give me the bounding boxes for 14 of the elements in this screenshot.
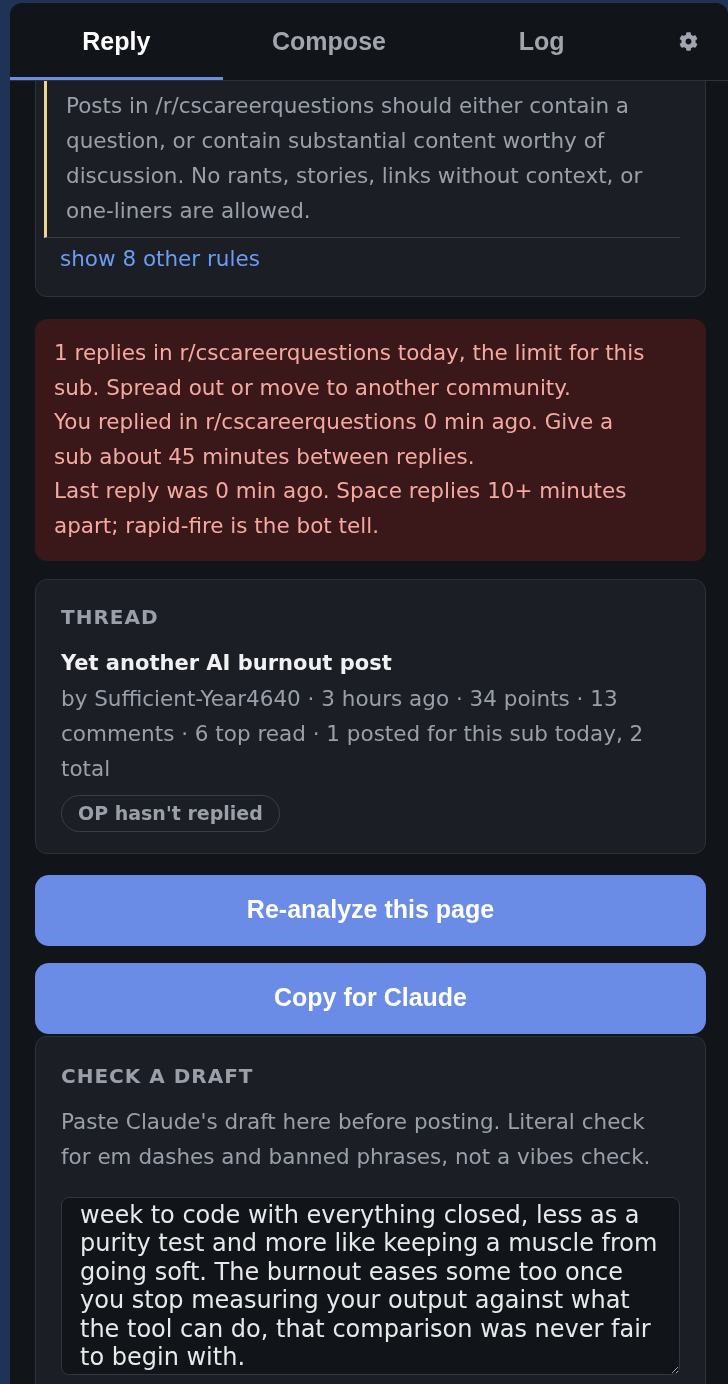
tab[interactable]: Compose (222, 3, 436, 80)
warning-text: You replied in r/cscareerquestions 0 min ago. Give a sub about 45 minutes between replies. (54, 408, 615, 471)
tab[interactable]: Log (435, 3, 648, 80)
settings-icon (678, 32, 698, 51)
thread-meta: by Sufficient-Year4640 · 3 hours ago · 34 points · 13 comments · 6 top read · 1 posted for this sub today, 2 total (61, 684, 645, 783)
warning-text: 1 replies in r/cscareerquestions today, the limit for this sub. Spread out or move to another community. (54, 339, 646, 402)
section-heading: THREAD (61, 603, 160, 631)
show-rules-link[interactable]: show 8 other rules (60, 244, 260, 274)
draft-textarea[interactable]: week to code with everything closed, less as a purity test and more like keeping a muscle from going soft. The burnout eases some too once you stop measuring your output against what the tool can do, that comparison was never fair to begin with. (61, 1196, 680, 1375)
rule-text: Posts in /r/cscareerquestions should either contain a question, or contain substantial content worthy of discussion. No rants, stories, links without context, or one-liners are allowed. (44, 81, 680, 238)
warning-text: Last reply was 0 min ago. Space replies 10+ minutes apart; rapid-fire is the bot tell. (54, 477, 628, 540)
draft-description: Paste Claude's draft here before posting. Literal check for em dashes and banned phrases, not a vibes check. (61, 1107, 652, 1171)
thread-title: Yet another AI burnout post (61, 649, 393, 677)
section-heading: CHECK A DRAFT (61, 1062, 255, 1090)
